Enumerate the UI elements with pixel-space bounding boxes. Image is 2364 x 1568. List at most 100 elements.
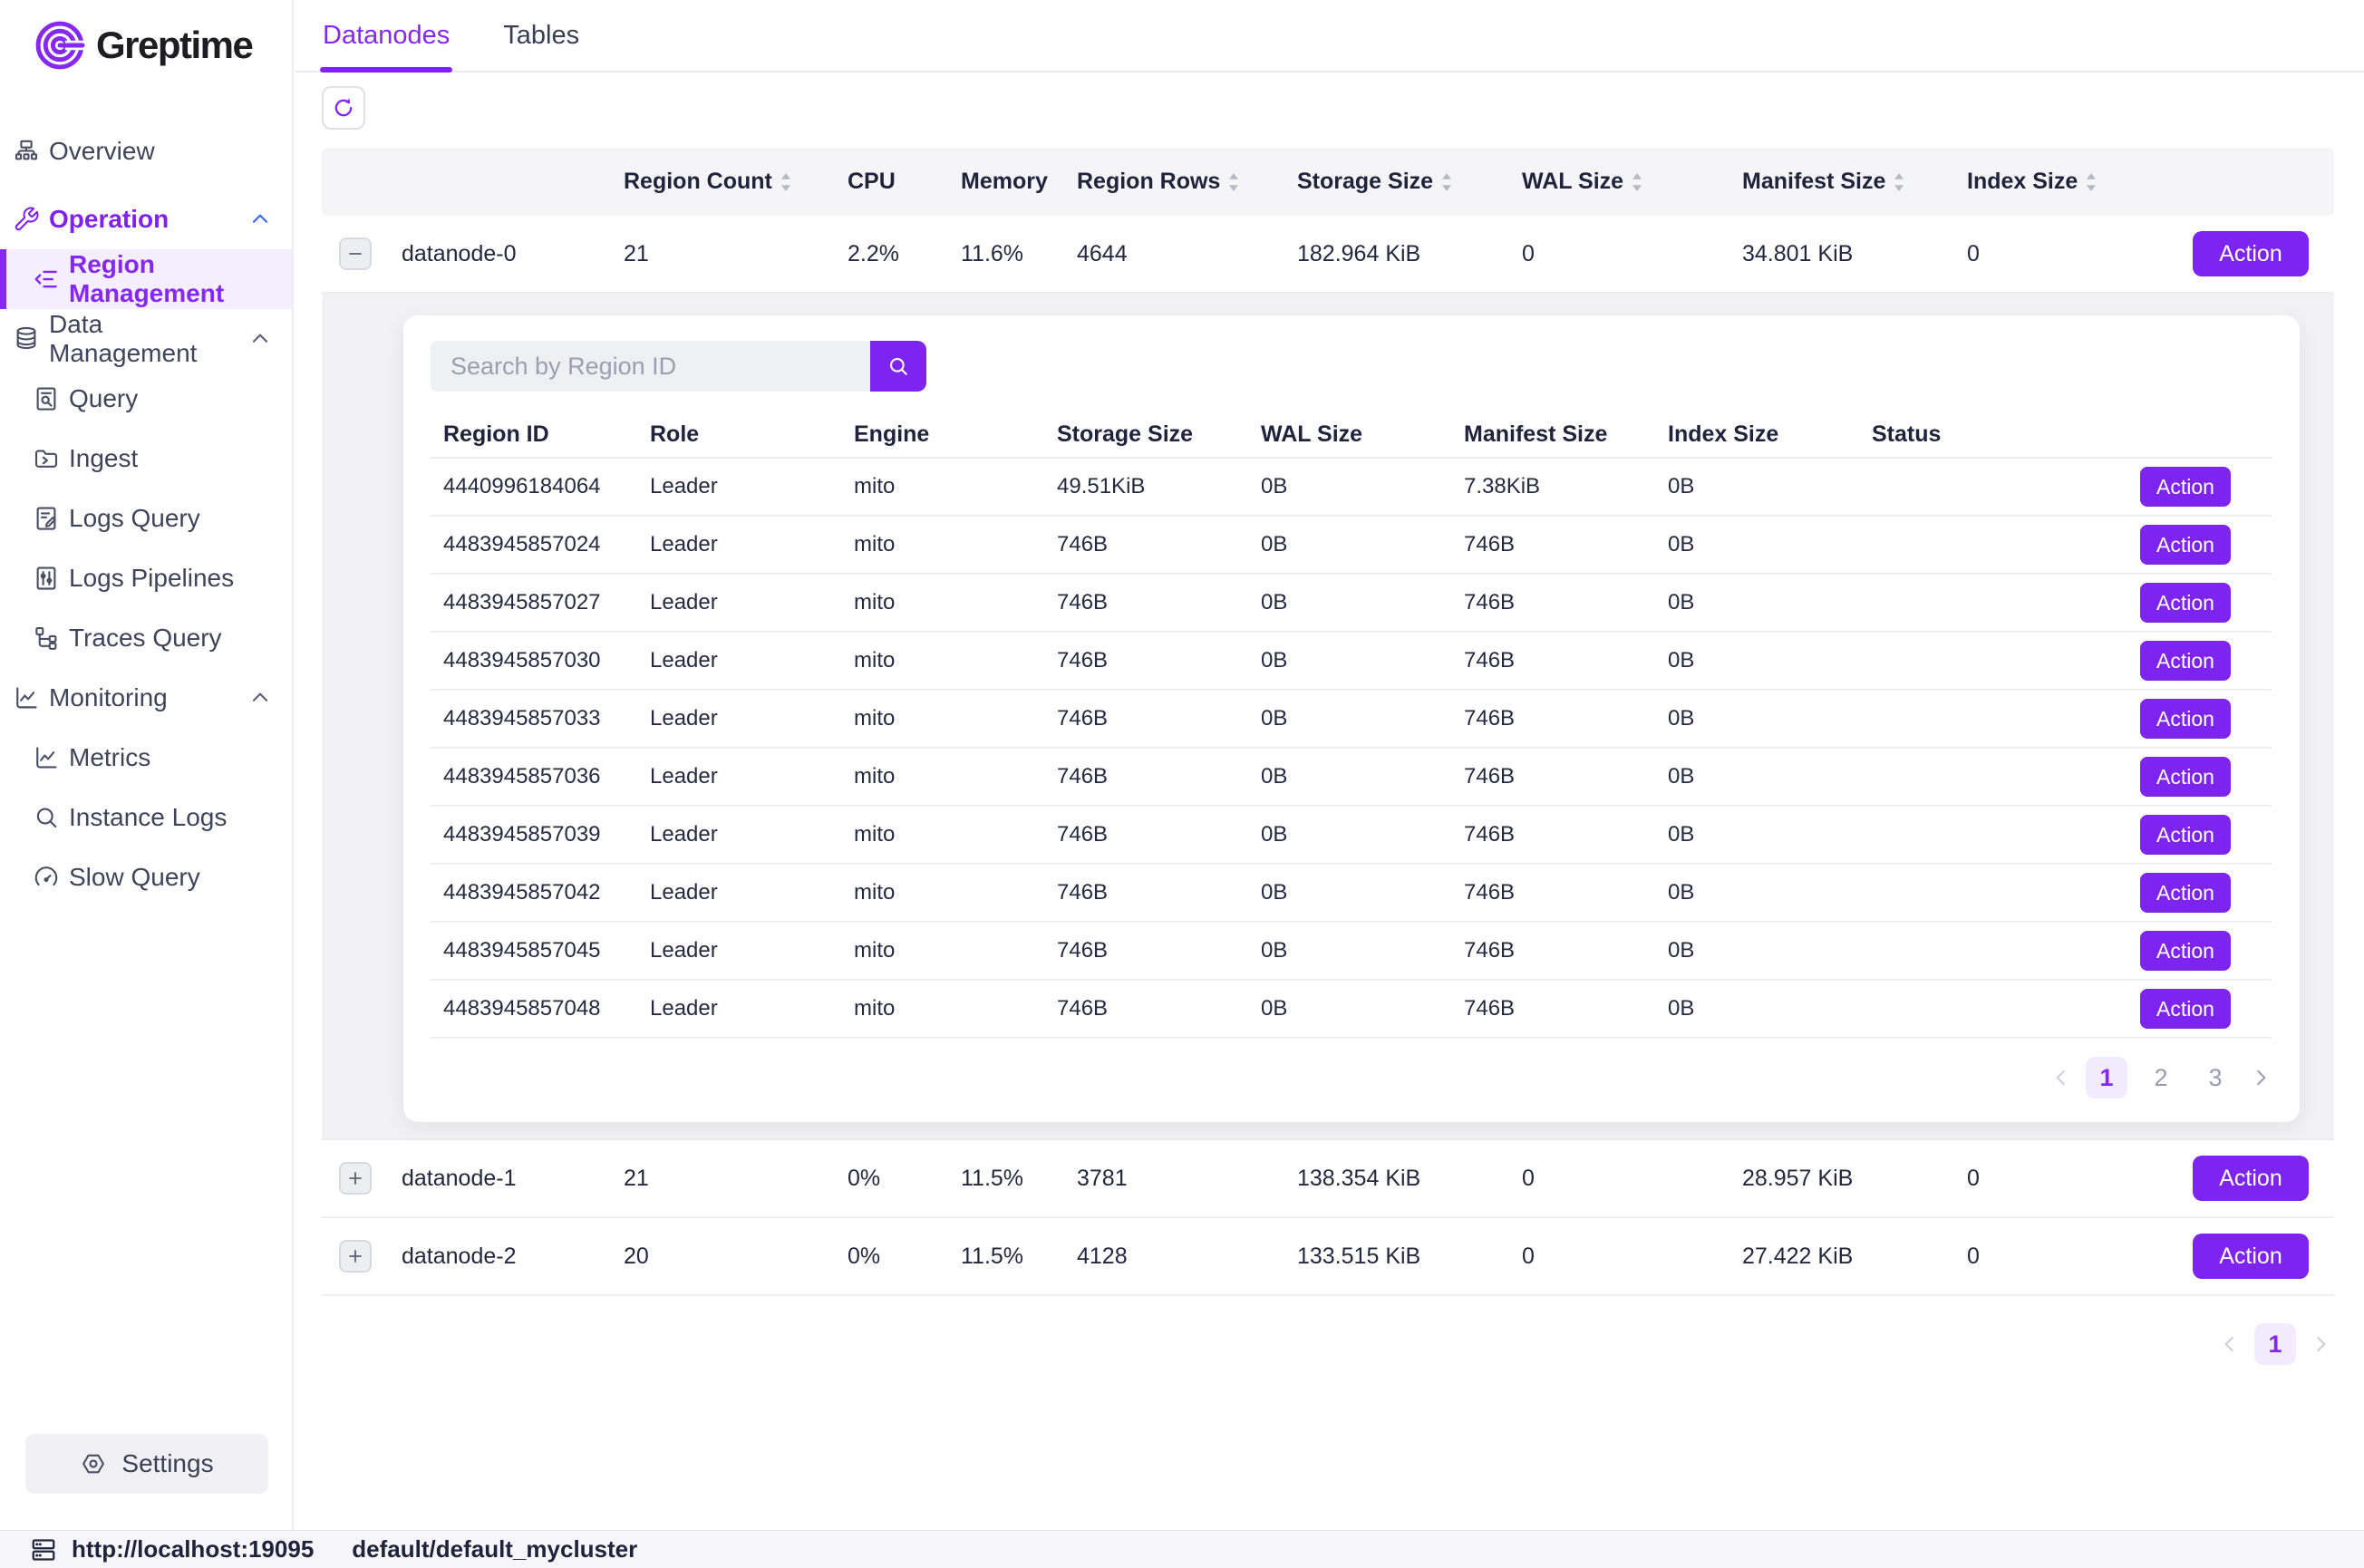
tab[interactable]: Tables [503, 0, 579, 71]
region-action-button[interactable]: Action [2140, 815, 2231, 855]
page-button[interactable]: 1 [2086, 1057, 2127, 1099]
sidebar-item-ingest[interactable]: Ingest [0, 429, 292, 489]
column-header: Role [637, 421, 841, 448]
region-row: 4483945857033 Leader mito 746B 0B 746B 0… [431, 691, 2272, 749]
role-value: Leader [637, 706, 841, 731]
region-action-button[interactable]: Action [2140, 699, 2231, 739]
page-button[interactable]: 1 [2254, 1323, 2296, 1365]
role-value: Leader [637, 474, 841, 499]
action-button[interactable]: Action [2193, 1234, 2309, 1279]
sidebar-item-operation[interactable]: Operation [0, 189, 292, 249]
action-cell: Action [2050, 873, 2272, 913]
search-input[interactable] [431, 341, 870, 392]
manifest-size-value: 746B [1451, 590, 1655, 615]
region-pagination: 1 2 3 [431, 1039, 2272, 1113]
region-action-button[interactable]: Action [2140, 989, 2231, 1029]
region-row: 4483945857045 Leader mito 746B 0B 746B 0… [431, 923, 2272, 981]
sidebar-item-label: Instance Logs [69, 803, 227, 832]
sidebar-item-overview[interactable]: Overview [0, 121, 292, 181]
region-action-button[interactable]: Action [2140, 525, 2231, 565]
region-action-button[interactable]: Action [2140, 873, 2231, 913]
index-size-value: 0B [1655, 590, 1859, 615]
wrench-icon [13, 206, 40, 233]
chevron-up-icon[interactable] [248, 208, 272, 231]
tab[interactable]: Datanodes [323, 0, 450, 71]
region-rows-value: 3781 [1061, 1166, 1281, 1192]
column-header: WAL Size [1506, 169, 1726, 195]
greptime-spiral-icon [34, 20, 85, 71]
sidebar-item-slow-query[interactable]: Slow Query [0, 847, 292, 907]
action-cell: Action [2168, 231, 2334, 276]
sidebar-item-metrics[interactable]: Metrics [0, 728, 292, 788]
sort-icon[interactable] [1631, 171, 1643, 193]
region-action-button[interactable]: Action [2140, 757, 2231, 797]
chevron-up-icon[interactable] [248, 327, 272, 351]
sort-icon[interactable] [1227, 171, 1240, 193]
region-action-button[interactable]: Action [2140, 583, 2231, 623]
chevron-left-icon [2218, 1332, 2242, 1356]
next-page-button[interactable] [2309, 1332, 2332, 1356]
sidebar: Greptime Overview Operation [0, 0, 294, 1530]
prev-page-button[interactable] [2218, 1332, 2242, 1356]
prev-page-button[interactable] [2049, 1066, 2073, 1089]
region-panel-card: Region ID Role Engine Storage Size [403, 315, 2300, 1122]
server-url[interactable]: http://localhost:19095 [72, 1535, 314, 1563]
refresh-button[interactable] [322, 86, 365, 130]
sidebar-item-monitoring[interactable]: Monitoring [0, 668, 292, 728]
sidebar-item-label: Traces Query [69, 624, 222, 653]
sidebar-item-logs-pipelines[interactable]: Logs Pipelines [0, 548, 292, 608]
sidebar-item-label: Monitoring [49, 683, 168, 712]
expand-button[interactable] [339, 1162, 372, 1195]
column-header-label: WAL Size [1522, 169, 1623, 195]
page-button[interactable]: 2 [2140, 1057, 2182, 1099]
sidebar-item-traces-query[interactable]: Traces Query [0, 608, 292, 668]
gauge-icon [33, 864, 60, 891]
engine-value: mito [841, 590, 1044, 615]
chevron-up-icon[interactable] [248, 686, 272, 710]
datanode-name: datanode-1 [385, 1166, 607, 1192]
action-button[interactable]: Action [2193, 231, 2309, 276]
cpu-value: 2.2% [831, 241, 945, 267]
sort-icon[interactable] [1440, 171, 1453, 193]
sidebar-item-data-management[interactable]: Data Management [0, 309, 292, 369]
settings-button[interactable]: Settings [25, 1434, 268, 1494]
page-button[interactable]: 3 [2194, 1057, 2236, 1099]
brand-name: Greptime [96, 24, 252, 67]
manifest-size-value: 746B [1451, 938, 1655, 963]
sort-icon[interactable] [780, 171, 792, 193]
manifest-size-value: 746B [1451, 822, 1655, 847]
sidebar-item-instance-logs[interactable]: Instance Logs [0, 788, 292, 847]
engine-value: mito [841, 706, 1044, 731]
region-action-button[interactable]: Action [2140, 467, 2231, 507]
wal-size-value: 0B [1248, 590, 1451, 615]
collapse-button[interactable] [339, 237, 372, 270]
role-value: Leader [637, 532, 841, 557]
cpu-value: 0% [831, 1244, 945, 1270]
column-header: Index Size [1951, 169, 2168, 195]
cluster-name[interactable]: default/default_mycluster [352, 1535, 637, 1563]
action-cell: Action [2168, 1234, 2334, 1279]
expand-cell [322, 237, 385, 270]
next-page-button[interactable] [2249, 1066, 2272, 1089]
action-cell: Action [2050, 525, 2272, 565]
sidebar-item-logs-query[interactable]: Logs Query [0, 489, 292, 548]
wal-size-value: 0B [1248, 822, 1451, 847]
region-action-button[interactable]: Action [2140, 641, 2231, 681]
column-header-label: Storage Size [1057, 421, 1193, 448]
tab-label: Tables [503, 21, 579, 51]
search-button[interactable] [870, 341, 926, 392]
action-button[interactable]: Action [2193, 1156, 2309, 1201]
sidebar-item-region-management[interactable]: Region Management [0, 249, 292, 309]
region-row: 4483945857027 Leader mito 746B 0B 746B 0… [431, 575, 2272, 633]
engine-value: mito [841, 648, 1044, 673]
sort-icon[interactable] [1893, 171, 1905, 193]
region-id: 4483945857045 [431, 938, 637, 963]
brand-logo[interactable]: Greptime [0, 0, 292, 91]
expand-button[interactable] [339, 1240, 372, 1273]
sort-icon[interactable] [2085, 171, 2098, 193]
sidebar-item-label: Logs Query [69, 504, 200, 533]
column-header-label: Storage Size [1297, 169, 1433, 195]
sidebar-item-query[interactable]: Query [0, 369, 292, 429]
storage-size-value: 746B [1044, 880, 1248, 905]
region-action-button[interactable]: Action [2140, 931, 2231, 971]
